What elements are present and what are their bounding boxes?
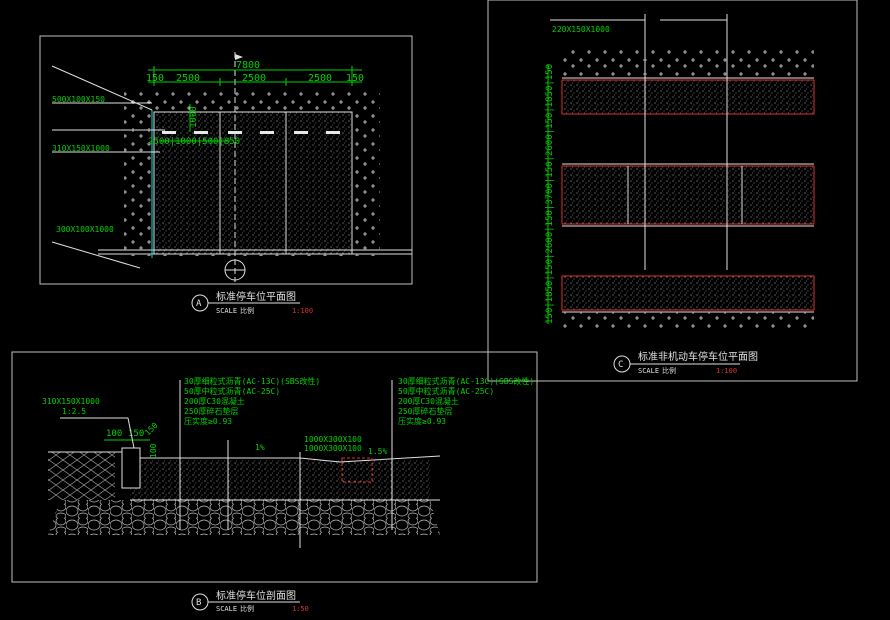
dim-150-left: 150: [146, 73, 164, 84]
cad-drawing: 7800 150 2500 2500 2500 150 2500|1000|50…: [11, 0, 858, 613]
top-callout-c: 220X150X1000: [552, 25, 610, 34]
view-c-dims: 150|1850|150|2600|150|3700|150|2600|150|…: [545, 64, 555, 324]
layer-right-3: 200厚C30混凝土: [398, 396, 459, 406]
soil-left: [48, 452, 115, 500]
mid-label-1: 1000X300X100: [304, 435, 362, 444]
layers-left: 30厚细粒式沥青(AC-13C)(SBS改性) 50厚中粒式沥青(AC-25C)…: [184, 376, 320, 426]
scale-value-b: 1:50: [292, 605, 309, 613]
stall-band-3: [561, 275, 815, 311]
stall-band-1: [561, 79, 815, 115]
dim-2500-b: 2500: [242, 73, 266, 84]
layer-right-2: 50厚中粒式沥青(AC-25C): [398, 386, 494, 396]
curb-left: [121, 447, 141, 489]
view-b-section: 100 150 100 150 1% 1.5% 310X150X1000 1:2…: [11, 351, 538, 613]
parking-stalls: [153, 111, 353, 255]
stall-band-2: [561, 165, 815, 225]
callout-b-ratio: 1:2.5: [62, 407, 86, 416]
layer-right-1: 30厚细粒式沥青(AC-13C)(SBS改性): [398, 376, 534, 386]
scale-word-c: 比例: [662, 366, 676, 375]
depth-dim: 1000: [189, 106, 199, 128]
title-b: 标准停车位剖面图: [216, 589, 296, 602]
title-c: 标准非机动车停车位平面图: [638, 350, 758, 363]
scale-value-c: 1:100: [716, 367, 737, 375]
layers-right: 30厚细粒式沥青(AC-13C)(SBS改性) 50厚中粒式沥青(AC-25C)…: [398, 376, 534, 426]
scale-label-b: SCALE: [216, 605, 237, 613]
scale-word-b: 比例: [240, 604, 254, 613]
layer-right-5: 压实度≥0.93: [398, 416, 446, 426]
concrete-layer: [130, 460, 430, 500]
title-letter-c: C: [618, 360, 623, 370]
layer-left-5: 压实度≥0.93: [184, 416, 232, 426]
title-letter-b: B: [196, 598, 201, 608]
dim-b-100: 100: [106, 429, 122, 439]
layer-left-4: 250厚碎石垫层: [184, 406, 238, 416]
callout-500x100x150: 500X100X150: [52, 95, 105, 104]
callout-310x150x1000: 310X150X1000: [52, 144, 110, 153]
layer-left-3: 200厚C30混凝土: [184, 396, 245, 406]
title-a: 标准停车位平面图: [216, 290, 296, 303]
mid-label-2: 1000X300X100: [304, 444, 362, 453]
dim-2500-a: 2500: [176, 73, 200, 84]
title-letter-a: A: [196, 299, 202, 309]
gravel-base: [48, 500, 440, 535]
inner-dims: 2500|1000|500|850: [148, 137, 240, 147]
dim-150-right: 150: [346, 73, 364, 84]
callout-b-310: 310X150X1000: [42, 397, 100, 406]
slope-right: 1.5%: [368, 447, 387, 456]
planting-top: [562, 50, 814, 78]
dim-b-150-angle: 150: [143, 421, 160, 438]
slope-left: 1%: [255, 443, 265, 452]
scale-value-a: 1:100: [292, 307, 313, 315]
scale-label-a: SCALE: [216, 307, 237, 315]
view-a-plan: 7800 150 2500 2500 2500 150 2500|1000|50…: [39, 35, 413, 315]
scale-word-a: 比例: [240, 306, 254, 315]
dim-2500-c: 2500: [308, 73, 332, 84]
overall-dim: 7800: [236, 60, 260, 71]
layer-left-2: 50厚中粒式沥青(AC-25C): [184, 386, 280, 396]
view-c-plan: 150|1850|150|2600|150|3700|150|2600|150|…: [487, 0, 858, 382]
layer-left-1: 30厚细粒式沥青(AC-13C)(SBS改性): [184, 376, 320, 386]
dim-b-vert: 100: [149, 443, 158, 458]
layer-right-4: 250厚碎石垫层: [398, 406, 452, 416]
scale-label-c: SCALE: [638, 367, 659, 375]
planting-bottom: [562, 312, 814, 330]
callout-300x100x1000: 300X100X1000: [56, 225, 114, 234]
view-c-dimensions: 150|1850|150|2600|150|3700|150|2600|150|…: [545, 64, 555, 324]
